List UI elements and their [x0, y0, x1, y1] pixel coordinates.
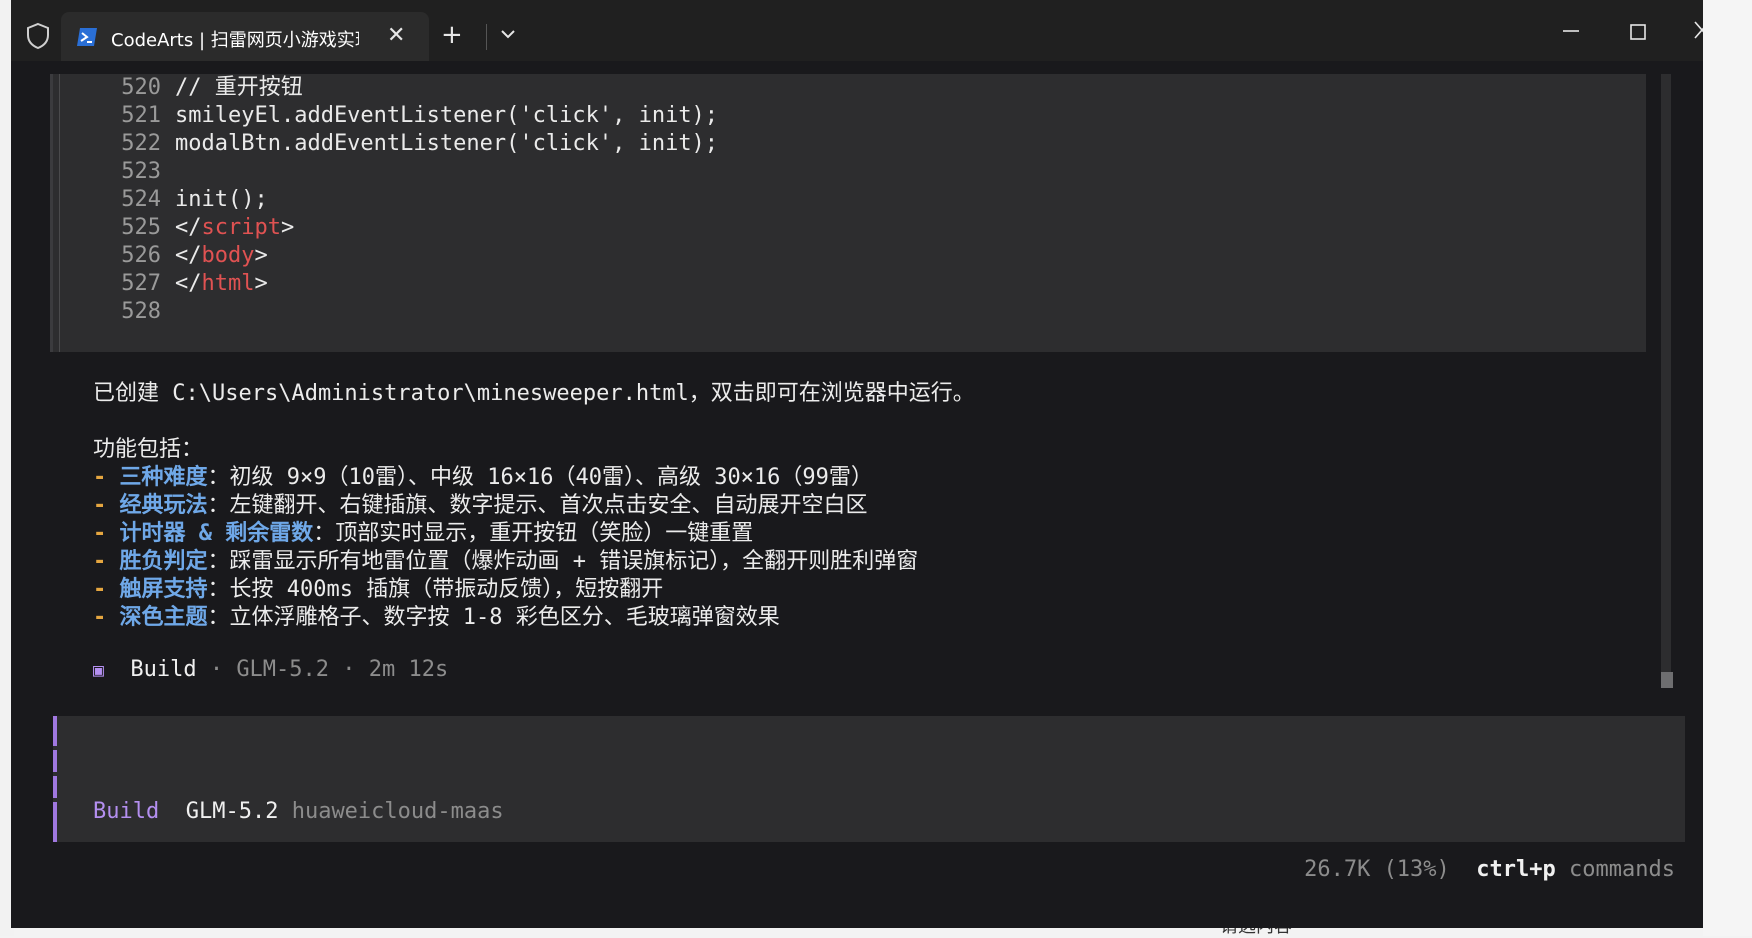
code-line: 520 // 重开按钮: [53, 74, 303, 102]
token-usage: 26.7K (13%): [1304, 857, 1450, 882]
prompt-accent-bar: [53, 716, 57, 842]
scrollbar-track[interactable]: [1661, 74, 1671, 678]
bullet-dash: -: [93, 605, 120, 630]
bullet-dash: -: [93, 521, 120, 546]
code-line: 528: [53, 298, 175, 326]
chevron-down-icon[interactable]: [500, 28, 516, 40]
line-number: 525: [121, 215, 161, 240]
terminal-window: CodeArts | 扫雷网页小游戏实现 ✕ + 520 // 重开按钮 521 sm…: [11, 0, 1703, 928]
code-line: 527 </html>: [53, 270, 268, 298]
code-tag-name: html: [201, 271, 255, 296]
code-tag-name: script: [201, 215, 281, 240]
feature-desc: ：踩雷显示所有地雷位置（爆炸动画 + 错误旗标记），全翻开则胜利弹窗: [207, 549, 919, 574]
code-line: 525 </script>: [53, 214, 294, 242]
prompt-status: Build GLM-5.2 huaweicloud-maas: [93, 798, 504, 826]
footer-status: 26.7K (13%) ctrl+p commands: [1304, 856, 1675, 884]
code-tag-name: body: [201, 243, 255, 268]
tab-separator: [486, 24, 487, 50]
code-text: >: [254, 243, 268, 268]
feature-desc: ：长按 400ms 插旗（带振动反馈），短按翻开: [207, 577, 664, 602]
code-block: 520 // 重开按钮 521 smileyEl.addEventListener('…: [50, 74, 1646, 352]
feature-desc: ：初级 9×9（10雷）、中级 16×16（40雷）、高级 30×16（99雷）: [207, 465, 873, 490]
code-text: >: [254, 271, 268, 296]
title-bar: CodeArts | 扫雷网页小游戏实现 ✕ +: [11, 0, 1703, 61]
bullet-dash: -: [93, 465, 120, 490]
feature-item: - 计时器 & 剩余雷数：顶部实时显示，重开按钮（笑脸）一键重置: [93, 520, 753, 548]
line-number: 521: [121, 103, 161, 128]
line-number: 526: [121, 243, 161, 268]
agent-label[interactable]: Build: [93, 799, 159, 824]
feature-title: 三种难度: [119, 465, 208, 490]
code-line: 523: [53, 158, 175, 186]
line-number: 523: [121, 159, 161, 184]
created-message: 已创建 C:\Users\Administrator\minesweeper.h…: [93, 381, 975, 406]
scrollbar-thumb[interactable]: [1661, 672, 1673, 688]
model-label[interactable]: GLM-5.2: [186, 799, 279, 824]
feature-title: 胜负判定: [119, 549, 208, 574]
code-text: </: [175, 243, 202, 268]
powershell-icon: [77, 28, 97, 46]
build-square-icon: ▣: [93, 660, 104, 681]
feature-title: 经典玩法: [119, 493, 208, 518]
code-line: 526 </body>: [53, 242, 268, 270]
feature-desc: ：顶部实时显示，重开按钮（笑脸）一键重置: [313, 521, 754, 546]
code-line: 522 modalBtn.addEventListener('click', in…: [53, 130, 718, 158]
minimize-icon[interactable]: [1560, 20, 1582, 42]
line-number: 520: [121, 75, 161, 100]
feature-item: - 深色主题：立体浮雕格子、数字按 1-8 彩色区分、毛玻璃弹窗效果: [93, 604, 780, 632]
new-tab-plus-icon[interactable]: +: [441, 20, 463, 50]
tab-title: CodeArts | 扫雷网页小游戏实现: [111, 30, 359, 51]
line-number: 528: [121, 299, 161, 324]
features-heading: 功能包括：: [93, 437, 204, 462]
background-window-edge-right: [1703, 0, 1752, 936]
feature-item: - 触屏支持：长按 400ms 插旗（带振动反馈），短按翻开: [93, 576, 663, 604]
shortcut-key: ctrl+p: [1476, 857, 1556, 882]
provider-label: huaweicloud-maas: [291, 799, 504, 824]
code-text: >: [280, 215, 295, 240]
feature-title: 深色主题: [119, 605, 208, 630]
feature-title: 触屏支持: [119, 577, 208, 602]
maximize-icon[interactable]: [1628, 22, 1648, 42]
tab-codearts[interactable]: CodeArts | 扫雷网页小游戏实现 ✕: [61, 12, 429, 61]
close-tab-icon[interactable]: ✕: [387, 24, 405, 48]
line-number: 527: [121, 271, 161, 296]
line-number: 524: [121, 187, 161, 212]
code-text: // 重开按钮: [175, 75, 303, 100]
accent-bar-gap: [53, 772, 57, 776]
build-label: Build: [130, 657, 197, 682]
code-text: </: [175, 215, 202, 240]
feature-item: - 三种难度：初级 9×9（10雷）、中级 16×16（40雷）、高级 30×1…: [93, 464, 873, 492]
bullet-dash: -: [93, 549, 120, 574]
accent-bar-gap: [53, 746, 57, 750]
close-window-icon[interactable]: [1691, 18, 1703, 42]
feature-desc: ：立体浮雕格子、数字按 1-8 彩色区分、毛玻璃弹窗效果: [207, 605, 780, 630]
bullet-dash: -: [93, 493, 120, 518]
code-text: </: [175, 271, 202, 296]
feature-title: 计时器 & 剩余雷数: [119, 521, 314, 546]
shield-icon[interactable]: [25, 22, 51, 50]
code-line: 524 init();: [53, 186, 268, 214]
code-text: smileyEl.addEventListener('click', init)…: [175, 103, 719, 128]
accent-bar-gap: [53, 798, 57, 802]
feature-desc: ：左键翻开、右键插旗、数字提示、首次点击安全、自动展开空白区: [207, 493, 868, 518]
feature-item: - 胜负判定：踩雷显示所有地雷位置（爆炸动画 + 错误旗标记），全翻开则胜利弹窗: [93, 548, 918, 576]
code-text: init();: [175, 187, 268, 212]
build-status: ▣ Build · GLM-5.2 · 2m 12s: [93, 656, 448, 685]
feature-item: - 经典玩法：左键翻开、右键插旗、数字提示、首次点击安全、自动展开空白区: [93, 492, 868, 520]
bullet-dash: -: [93, 577, 120, 602]
commands-hint[interactable]: commands: [1569, 857, 1675, 882]
code-line: 521 smileyEl.addEventListener('click', in…: [53, 102, 718, 130]
line-number: 522: [121, 131, 161, 156]
build-meta: · GLM-5.2 · 2m 12s: [196, 657, 449, 682]
code-text: modalBtn.addEventListener('click', init)…: [175, 131, 719, 156]
